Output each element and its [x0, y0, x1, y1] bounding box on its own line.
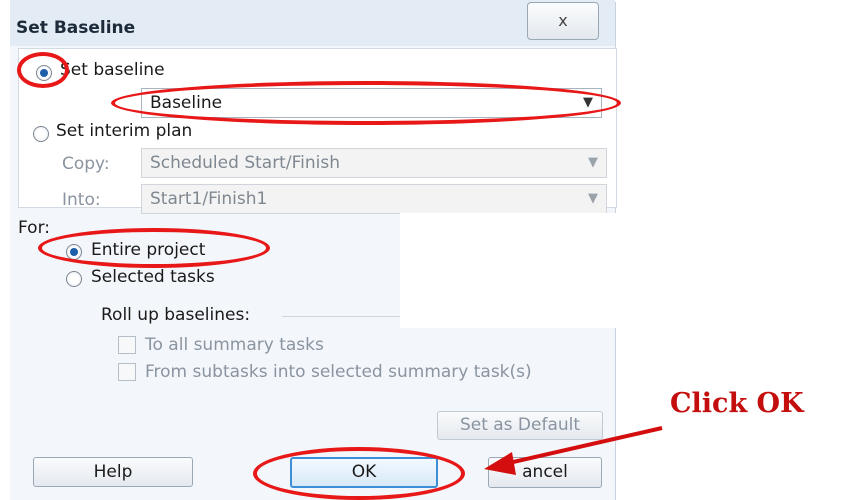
highlight-set-baseline	[17, 52, 69, 88]
copy-label: Copy:	[62, 154, 110, 174]
set-interim-plan-radio[interactable]	[33, 126, 49, 142]
dialog-title: Set Baseline	[16, 18, 136, 38]
close-button[interactable]: ⅹ	[527, 2, 599, 40]
set-baseline-label[interactable]: Set baseline	[60, 60, 165, 80]
highlight-ok-button	[253, 447, 465, 500]
for-label: For:	[18, 218, 50, 238]
into-select-value: Start1/Finish1	[150, 189, 268, 209]
set-interim-plan-label[interactable]: Set interim plan	[56, 121, 192, 141]
roll-up-baselines-label: Roll up baselines:	[101, 305, 251, 325]
arrow-icon	[484, 426, 663, 475]
into-label: Into:	[62, 190, 101, 210]
highlight-baseline-select	[111, 81, 621, 125]
help-button[interactable]: Help	[33, 457, 193, 487]
from-subtasks-label[interactable]: From subtasks into selected summary task…	[145, 362, 532, 382]
blank-area	[400, 213, 863, 328]
to-all-summary-label[interactable]: To all summary tasks	[145, 335, 324, 355]
copy-select-value: Scheduled Start/Finish	[150, 153, 340, 173]
selected-tasks-label[interactable]: Selected tasks	[91, 267, 215, 287]
click-ok-callout: Click OK	[670, 388, 804, 419]
close-icon: ⅹ	[558, 11, 568, 30]
dropdown-arrow-icon: ▼	[588, 191, 598, 206]
from-subtasks-checkbox[interactable]	[118, 363, 136, 381]
copy-select[interactable]: Scheduled Start/Finish ▼	[141, 148, 607, 178]
to-all-summary-checkbox[interactable]	[118, 336, 136, 354]
dropdown-arrow-icon: ▼	[588, 155, 598, 170]
selected-tasks-radio[interactable]	[66, 271, 82, 287]
into-select[interactable]: Start1/Finish1 ▼	[141, 184, 607, 214]
highlight-entire-project	[38, 228, 270, 268]
